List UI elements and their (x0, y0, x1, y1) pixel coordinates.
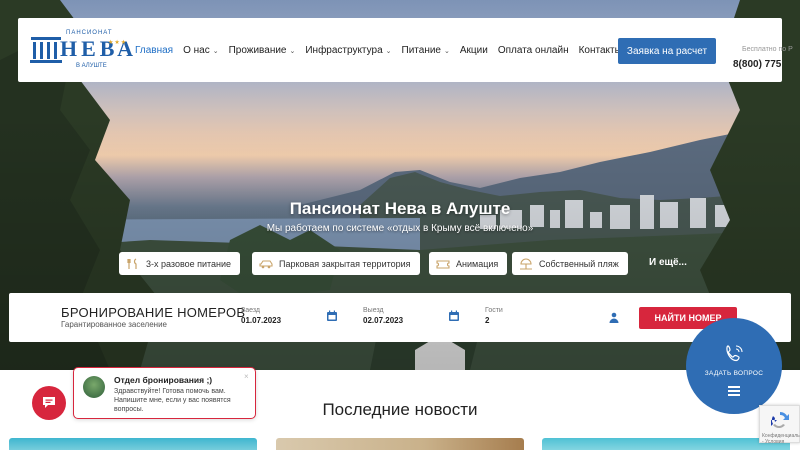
feature-label: Анимация (456, 258, 499, 269)
guests-field[interactable]: 2 (485, 316, 489, 325)
ask-question-label: ЗАДАТЬ ВОПРОС (704, 370, 764, 377)
calendar-icon[interactable] (326, 310, 338, 322)
nav-label: Оплата онлайн (497, 45, 569, 56)
phone-caption: Бесплатно по Р (742, 46, 793, 53)
chat-button[interactable] (32, 386, 66, 420)
booking-subtitle: Гарантированное заселение (61, 320, 167, 329)
checkout-label: Выезд (363, 307, 384, 314)
ask-question-widget[interactable]: ЗАДАТЬ ВОПРОС (686, 318, 782, 414)
feature-label: Парковая закрытая территория (279, 258, 411, 269)
logo-stars: ★★★ (108, 40, 128, 46)
booking-bar: БРОНИРОВАНИЕ НОМЕРОВ Гарантированное зас… (9, 293, 791, 342)
more-features-link[interactable]: И ещё... (649, 257, 687, 268)
chevron-down-icon: ⌄ (444, 48, 450, 55)
phone-icon (726, 345, 743, 362)
recaptcha-icon (771, 411, 789, 429)
nav-label: Проживание (228, 45, 287, 56)
nav-item-about[interactable]: О нас ⌄ (183, 45, 219, 56)
chevron-down-icon: ⌄ (289, 48, 296, 55)
nav-item-infrastructure[interactable]: Инфраструктура ⌄ (305, 45, 391, 56)
news-card-image[interactable] (542, 438, 790, 450)
feature-parking[interactable]: Парковая закрытая территория (252, 252, 420, 275)
logo-place: В АЛУШТЕ (76, 63, 107, 69)
nav-item-pay-online[interactable]: Оплата онлайн (498, 45, 569, 56)
nav-label: О нас (183, 45, 210, 56)
hero-subtitle: Мы работаем по системе «отдых в Крыму вс… (266, 223, 534, 234)
checkin-field[interactable]: 01.07.2023 (241, 316, 281, 325)
beach-icon (520, 258, 532, 270)
chevron-down-icon: ⌄ (385, 48, 392, 55)
feature-label: Собственный пляж (539, 258, 619, 269)
checkout-field[interactable]: 02.07.2023 (363, 316, 403, 325)
feature-meals[interactable]: 3-х разовое питание (119, 252, 241, 275)
news-card-image[interactable] (276, 438, 524, 450)
site-logo[interactable]: ПАНСИОНАТ НЕВА ★★★ В АЛУШТЕ (30, 30, 133, 72)
cutlery-icon (127, 257, 137, 269)
hero-title: Пансионат Нева в Алуште (289, 199, 511, 218)
operator-avatar (83, 376, 105, 398)
phone-number[interactable]: 8(800) 775 (733, 59, 781, 70)
calendar-icon[interactable] (448, 310, 460, 322)
chat-bubble-icon (43, 397, 55, 408)
site-header: ПАНСИОНАТ НЕВА ★★★ В АЛУШТЕ Главная О на… (18, 18, 793, 82)
close-icon[interactable]: × (244, 372, 249, 381)
feature-animation[interactable]: Анимация (429, 252, 508, 275)
recaptcha-terms: Конфиденциальность - Условия (762, 433, 800, 445)
nav-item-food[interactable]: Питание ⌄ (402, 45, 450, 56)
car-icon (259, 259, 273, 268)
recaptcha-badge[interactable]: Конфиденциальность - Условия (759, 405, 800, 445)
ticket-icon (436, 259, 450, 269)
request-quote-button[interactable]: Заявка на расчет (618, 38, 716, 64)
feature-beach[interactable]: Собственный пляж (512, 252, 628, 275)
nav-label: Питание (401, 45, 441, 56)
nav-item-promotions[interactable]: Акции (460, 45, 488, 56)
nav-item-home[interactable]: Главная (135, 45, 173, 56)
chat-message: Здравствуйте! Готова помочь вам. Напишит… (114, 388, 231, 413)
menu-icon[interactable] (728, 386, 740, 398)
news-card-image[interactable] (9, 438, 257, 450)
guests-label: Гости (485, 307, 503, 314)
chat-popup[interactable]: Отдел бронирования ;) Здравствуйте! Гото… (73, 367, 256, 419)
colonnade-logo-icon (30, 37, 62, 63)
nav-label: Контакты (578, 45, 622, 56)
nav-item-accommodation[interactable]: Проживание ⌄ (229, 45, 296, 56)
chat-title: Отдел бронирования ;) (114, 375, 213, 385)
nav-label: Главная (135, 45, 174, 56)
booking-title: БРОНИРОВАНИЕ НОМЕРОВ (61, 305, 246, 320)
chevron-down-icon: ⌄ (212, 48, 219, 55)
nav-label: Инфраструктура (305, 45, 383, 56)
checkin-label: Заезд (241, 307, 261, 314)
nav-label: Акции (459, 45, 488, 56)
feature-label: 3-х разовое питание (146, 258, 232, 269)
main-nav: Главная О нас ⌄ Проживание ⌄ Инфраструктур… (135, 45, 631, 56)
person-icon[interactable] (609, 312, 619, 323)
